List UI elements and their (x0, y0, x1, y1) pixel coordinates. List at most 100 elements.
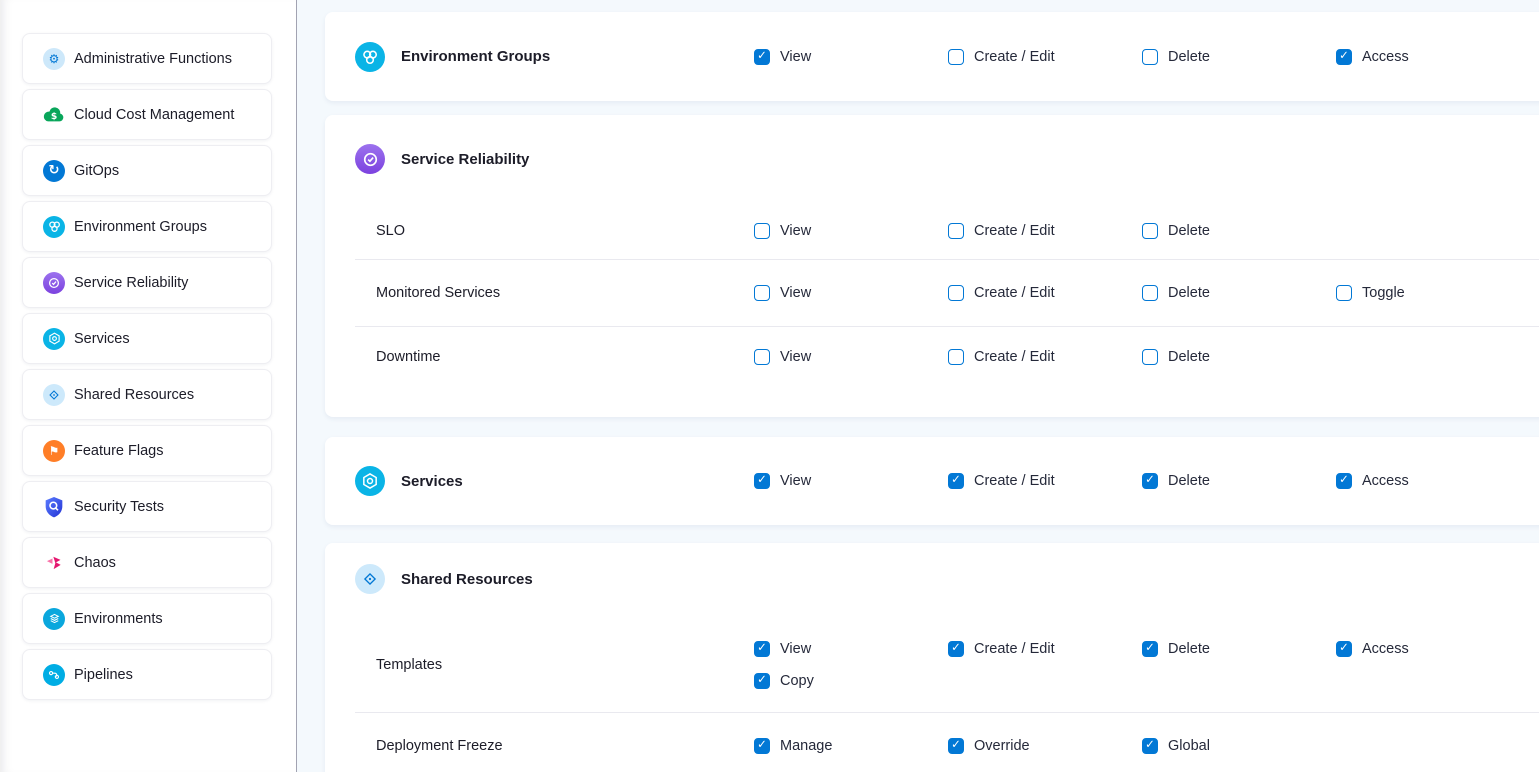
environment-groups-icon (355, 42, 385, 72)
sidebar-item-label: Chaos (74, 555, 116, 571)
permission-label: Access (1362, 641, 1409, 657)
permission-label: View (780, 641, 811, 657)
sidebar-item-label: Environments (74, 611, 163, 627)
permission-create-edit: Create / Edit (948, 285, 1142, 301)
sidebar-item-label: Pipelines (74, 667, 133, 683)
checkbox-toggle[interactable] (1336, 285, 1352, 301)
svg-text:$: $ (51, 111, 57, 122)
permission-label: Create / Edit (974, 349, 1055, 365)
checkbox-create-edit[interactable] (948, 49, 964, 65)
row-label: SLO (325, 223, 754, 239)
permission-label: View (780, 349, 811, 365)
sidebar-item-cloud-cost-management[interactable]: $ Cloud Cost Management (22, 89, 272, 140)
permission-delete: Delete (1142, 349, 1336, 365)
checkbox-view[interactable] (754, 223, 770, 239)
checkbox-create-edit[interactable] (948, 473, 964, 489)
checkbox-delete[interactable] (1142, 285, 1158, 301)
permission-label: Delete (1168, 349, 1210, 365)
sidebar-item-environments[interactable]: Environments (22, 593, 272, 644)
permission-create-edit: Create / Edit (948, 349, 1142, 365)
checkbox-view[interactable] (754, 285, 770, 301)
permission-row-templates: Templates View Create / Edit Delete (325, 615, 1539, 712)
permission-card-environment-groups: Environment Groups View Create / Edit De… (325, 12, 1539, 101)
sidebar-item-label: Environment Groups (74, 219, 207, 235)
sidebar-item-services[interactable]: Services (22, 313, 272, 364)
permission-row-deployment-freeze: Deployment Freeze Manage Override Global (325, 713, 1539, 772)
sidebar-item-administrative-functions[interactable]: ⚙ Administrative Functions (22, 33, 272, 84)
permission-access: Access (1336, 641, 1530, 657)
checkbox-view[interactable] (754, 49, 770, 65)
sidebar-item-shared-resources[interactable]: Shared Resources (22, 369, 272, 420)
checkbox-view[interactable] (754, 349, 770, 365)
permission-row-downtime: Downtime View Create / Edit Delete (325, 327, 1539, 387)
sidebar-item-label: Services (74, 331, 130, 347)
permission-create-edit: Create / Edit (948, 473, 1142, 489)
cloud-dollar-icon: $ (43, 104, 65, 126)
permission-label: Create / Edit (974, 473, 1055, 489)
resource-sidebar: ⚙ Administrative Functions $ Cloud Cost … (0, 0, 297, 772)
permission-row-slo: SLO View Create / Edit Delete (325, 203, 1539, 259)
sidebar-item-label: Shared Resources (74, 387, 194, 403)
permission-label: Toggle (1362, 285, 1405, 301)
checkbox-delete[interactable] (1142, 49, 1158, 65)
row-label: Monitored Services (325, 285, 754, 301)
sidebar-item-environment-groups[interactable]: Environment Groups (22, 201, 272, 252)
checkbox-create-edit[interactable] (948, 223, 964, 239)
permission-view: View (754, 285, 948, 301)
permission-label: Delete (1168, 285, 1210, 301)
checkbox-view[interactable] (754, 641, 770, 657)
sidebar-item-security-tests[interactable]: Security Tests (22, 481, 272, 532)
permission-delete: Delete (1142, 285, 1336, 301)
row-label: Downtime (325, 349, 754, 365)
permission-label: Delete (1168, 223, 1210, 239)
sidebar-item-gitops[interactable]: ↻ GitOps (22, 145, 272, 196)
permission-delete: Delete (1142, 49, 1336, 65)
sidebar-item-service-reliability[interactable]: Service Reliability (22, 257, 272, 308)
checkbox-manage[interactable] (754, 738, 770, 754)
permission-row-monitored-services: Monitored Services View Create / Edit De… (325, 260, 1539, 326)
service-reliability-icon (355, 144, 385, 174)
module-title: Services (401, 473, 463, 490)
gear-icon: ⚙ (43, 48, 65, 70)
permission-label: Access (1362, 49, 1409, 65)
checkbox-create-edit[interactable] (948, 285, 964, 301)
permission-label: Manage (780, 738, 832, 754)
permission-view: View (754, 349, 948, 365)
module-title: Service Reliability (401, 151, 529, 168)
checkbox-delete[interactable] (1142, 641, 1158, 657)
permission-card-service-reliability: Service Reliability SLO View Create / Ed… (325, 115, 1539, 417)
permission-label: View (780, 285, 811, 301)
permission-label: Create / Edit (974, 641, 1055, 657)
checkbox-create-edit[interactable] (948, 641, 964, 657)
checkbox-access[interactable] (1336, 49, 1352, 65)
checkbox-view[interactable] (754, 473, 770, 489)
permission-toggle: Toggle (1336, 285, 1530, 301)
permission-copy: Copy (754, 673, 948, 689)
row-label: Templates (325, 657, 754, 673)
permission-label: Delete (1168, 49, 1210, 65)
checkbox-delete[interactable] (1142, 349, 1158, 365)
sidebar-item-pipelines[interactable]: Pipelines (22, 649, 272, 700)
permission-create-edit: Create / Edit (948, 49, 1142, 65)
shared-resources-icon (355, 564, 385, 594)
sidebar-item-label: Security Tests (74, 499, 164, 515)
checkbox-access[interactable] (1336, 641, 1352, 657)
checkbox-delete[interactable] (1142, 223, 1158, 239)
permission-card-services: Services View Create / Edit Delete Acces… (325, 437, 1539, 525)
permission-delete: Delete (1142, 473, 1336, 489)
permission-label: Create / Edit (974, 285, 1055, 301)
sidebar-item-label: Service Reliability (74, 275, 188, 291)
checkbox-global[interactable] (1142, 738, 1158, 754)
checkbox-delete[interactable] (1142, 473, 1158, 489)
permission-label: Delete (1168, 641, 1210, 657)
sidebar-item-feature-flags[interactable]: ⚑ Feature Flags (22, 425, 272, 476)
sidebar-item-chaos[interactable]: Chaos (22, 537, 272, 588)
checkbox-access[interactable] (1336, 473, 1352, 489)
checkbox-create-edit[interactable] (948, 349, 964, 365)
permission-label: Access (1362, 473, 1409, 489)
module-title: Environment Groups (401, 48, 550, 65)
checkbox-copy[interactable] (754, 673, 770, 689)
gitops-sync-icon: ↻ (43, 160, 65, 182)
checkbox-override[interactable] (948, 738, 964, 754)
permission-card-shared-resources: Shared Resources Templates View Create /… (325, 543, 1539, 772)
